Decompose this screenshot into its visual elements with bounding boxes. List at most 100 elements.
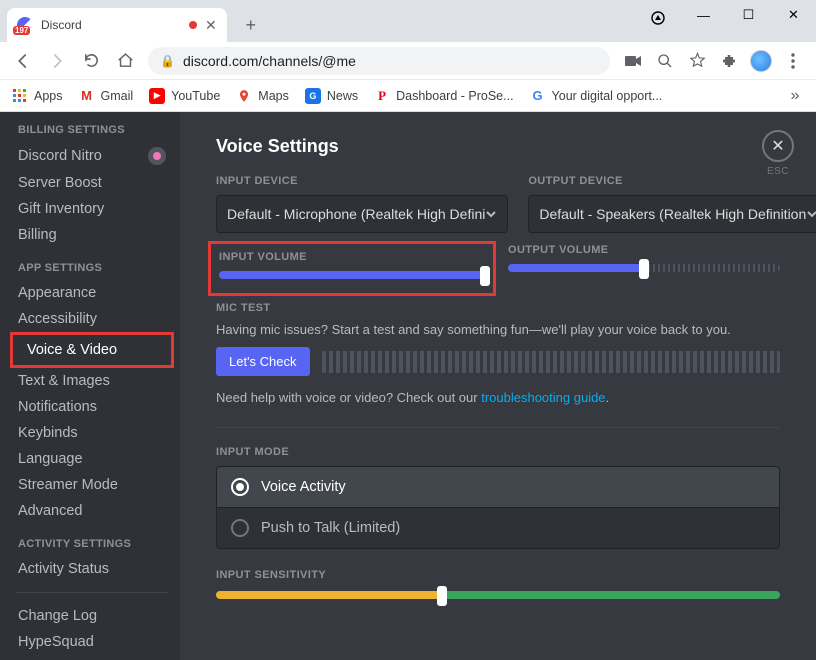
slider-fill [508, 264, 644, 272]
profile-avatar[interactable] [746, 46, 776, 76]
sidebar-item-streamer-mode[interactable]: Streamer Mode [10, 472, 174, 498]
radio-selected-icon [231, 478, 249, 496]
sidebar-item-notifications[interactable]: Notifications [10, 394, 174, 420]
zoom-icon[interactable] [650, 46, 680, 76]
troubleshooting-link[interactable]: troubleshooting guide [481, 390, 605, 405]
window-close-button[interactable]: ✕ [771, 0, 816, 30]
address-bar: 🔒 discord.com/channels/@me [0, 42, 816, 80]
favicon-badge: 197 [13, 26, 30, 35]
chevron-down-icon [485, 208, 497, 220]
lock-icon: 🔒 [160, 54, 175, 68]
maps-pin-icon [236, 88, 252, 104]
sidebar-item-keybinds[interactable]: Keybinds [10, 420, 174, 446]
sidebar-item-nitro[interactable]: Discord Nitro [10, 142, 174, 170]
sidebar-item-billing[interactable]: Billing [10, 222, 174, 248]
sidebar-divider [16, 592, 168, 593]
close-settings-button[interactable]: ✕ [762, 130, 794, 162]
sidebar-item-language[interactable]: Language [10, 446, 174, 472]
nav-forward-button [42, 46, 72, 76]
mic-test-label: MIC TEST [216, 302, 780, 314]
nav-home-button[interactable] [110, 46, 140, 76]
bookmark-apps[interactable]: Apps [6, 84, 69, 108]
input-mode-group: Voice Activity Push to Talk (Limited) [216, 466, 780, 549]
input-mode-label: INPUT MODE [216, 446, 780, 458]
pinterest-icon: P [374, 88, 390, 104]
bookmark-news[interactable]: GNews [299, 84, 364, 108]
settings-sidebar: BILLING SETTINGS Discord Nitro Server Bo… [0, 112, 180, 660]
radio-unselected-icon [231, 519, 249, 537]
sidebar-item-server-boost[interactable]: Server Boost [10, 170, 174, 196]
window-maximize-button[interactable]: ☐ [726, 0, 771, 30]
bookmark-pinterest[interactable]: PDashboard - ProSe... [368, 84, 519, 108]
nitro-badge-icon [148, 147, 166, 165]
chevron-down-icon [806, 208, 816, 220]
input-sensitivity-label: INPUT SENSITIVITY [216, 569, 780, 581]
settings-content: ✕ ESC Voice Settings INPUT DEVICE Defaul… [180, 112, 816, 660]
window-controls: — ☐ ✕ [681, 0, 816, 30]
sidebar-section-activity: ACTIVITY SETTINGS [18, 538, 174, 550]
extensions-icon[interactable] [714, 46, 744, 76]
bookmarks-bar: Apps MGmail ▶YouTube Maps GNews PDashboa… [0, 80, 816, 112]
input-volume-slider[interactable] [219, 271, 485, 279]
output-device-select[interactable]: Default - Speakers (Realtek High Definit… [528, 195, 816, 233]
kebab-menu-icon[interactable] [778, 46, 808, 76]
lets-check-button[interactable]: Let's Check [216, 347, 310, 376]
sidebar-item-advanced[interactable]: Advanced [10, 498, 174, 524]
output-volume-label: OUTPUT VOLUME [508, 244, 780, 256]
nav-back-button[interactable] [8, 46, 38, 76]
tab-title: Discord [41, 18, 181, 32]
sidebar-item-gift-inventory[interactable]: Gift Inventory [10, 196, 174, 222]
bookmark-star-icon[interactable] [682, 46, 712, 76]
sidebar-item-activity-status[interactable]: Activity Status [10, 556, 174, 582]
output-volume-slider[interactable] [508, 264, 780, 272]
sidebar-item-text-images[interactable]: Text & Images [10, 368, 174, 394]
output-device-value: Default - Speakers (Realtek High Definit… [539, 206, 806, 222]
sidebar-item-change-log[interactable]: Change Log [10, 603, 174, 629]
new-tab-button[interactable]: + [237, 11, 265, 39]
apps-grid-icon [12, 88, 28, 104]
input-device-label: INPUT DEVICE [216, 175, 508, 187]
input-device-select[interactable]: Default - Microphone (Realtek High Defin… [216, 195, 508, 233]
bookmark-maps[interactable]: Maps [230, 84, 295, 108]
bookmarks-overflow-icon[interactable]: » [780, 81, 810, 111]
bookmark-gmail[interactable]: MGmail [73, 84, 140, 108]
bookmark-youtube[interactable]: ▶YouTube [143, 84, 226, 108]
window-minimize-button[interactable]: — [681, 0, 726, 30]
mic-level-meter [322, 351, 780, 373]
sidebar-section-billing: BILLING SETTINGS [18, 124, 174, 136]
tab-close-icon[interactable]: ✕ [205, 17, 217, 34]
mic-test-description: Having mic issues? Start a test and say … [216, 322, 780, 337]
discord-favicon: 197 [17, 17, 33, 33]
input-mode-voice-activity[interactable]: Voice Activity [216, 466, 780, 508]
gmail-icon: M [79, 88, 95, 104]
input-volume-label: INPUT VOLUME [219, 251, 485, 263]
page-title: Voice Settings [216, 136, 780, 157]
sidebar-item-voice-video[interactable]: Voice & Video [19, 337, 165, 363]
input-sensitivity-slider[interactable] [216, 591, 780, 599]
sidebar-item-accessibility[interactable]: Accessibility [10, 306, 174, 332]
url-text: discord.com/channels/@me [183, 53, 356, 69]
youtube-icon: ▶ [149, 88, 165, 104]
news-icon: G [305, 88, 321, 104]
highlight-voice-video: Voice & Video [10, 332, 174, 368]
input-device-value: Default - Microphone (Realtek High Defin… [227, 206, 485, 222]
camera-indicator-icon[interactable] [618, 46, 648, 76]
slider-thumb[interactable] [480, 266, 490, 286]
input-mode-push-to-talk[interactable]: Push to Talk (Limited) [216, 508, 780, 549]
content-divider [216, 427, 780, 428]
bookmark-google[interactable]: GYour digital opport... [524, 84, 669, 108]
omnibox[interactable]: 🔒 discord.com/channels/@me [148, 47, 610, 75]
browser-tab[interactable]: 197 Discord ✕ [7, 8, 227, 42]
recording-indicator-icon [189, 21, 197, 29]
slider-thumb[interactable] [639, 259, 649, 279]
sidebar-item-hypesquad[interactable]: HypeSquad [10, 629, 174, 655]
google-icon: G [530, 88, 546, 104]
nav-reload-button[interactable] [76, 46, 106, 76]
highlight-input-volume: INPUT VOLUME [208, 241, 496, 296]
sidebar-item-appearance[interactable]: Appearance [10, 280, 174, 306]
esc-label: ESC [767, 166, 789, 177]
discord-app: BILLING SETTINGS Discord Nitro Server Bo… [0, 112, 816, 660]
slider-thumb[interactable] [437, 586, 447, 606]
browser-titlebar: 197 Discord ✕ + — ☐ ✕ [0, 0, 816, 42]
account-indicator-icon[interactable] [650, 10, 666, 26]
